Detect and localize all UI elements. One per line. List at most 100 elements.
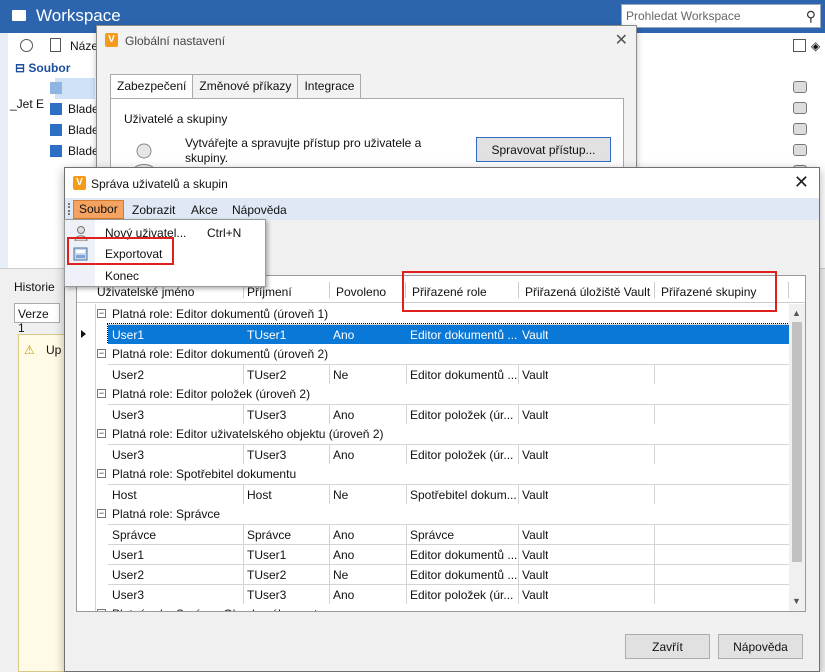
cell-separator <box>406 545 407 565</box>
list-item-label: Blade <box>68 102 99 116</box>
cell-separator <box>329 585 330 605</box>
manage-access-button[interactable]: Spravovat přístup... <box>476 137 611 162</box>
table-cell: User1 <box>112 548 145 562</box>
group-row[interactable]: − Platná role: Editor dokumentů (úroveň 2… <box>77 344 789 364</box>
table-cell: Ano <box>333 528 355 542</box>
list-item[interactable]: Blade <box>10 99 100 120</box>
list-item[interactable]: _Jet E <box>10 78 100 111</box>
collapse-icon[interactable]: − <box>97 469 106 478</box>
vault-logo-icon: V <box>105 33 118 47</box>
cell-separator <box>406 525 407 545</box>
table-row[interactable]: User3 TUser3 Ano Editor položek (úr... Vault <box>108 584 789 605</box>
scroll-down-icon[interactable]: ▼ <box>792 596 801 606</box>
table-cell: Vault <box>522 548 549 562</box>
table-cell: TUser3 <box>247 448 287 462</box>
table-cell: User2 <box>112 368 145 382</box>
dialog-title: Správa uživatelů a skupin <box>91 177 228 191</box>
security-panel: Uživatelé a skupiny Vytvářejte a spravuj… <box>110 98 624 178</box>
highlight-assigned-columns <box>402 271 777 312</box>
cell-separator <box>518 325 519 345</box>
list-item[interactable]: Blade <box>10 141 100 162</box>
tab-security[interactable]: Zabezpečení <box>110 74 194 98</box>
table-cell: Editor dokumentů ... <box>410 548 518 562</box>
checkbox[interactable] <box>793 39 806 52</box>
table-cell: Editor dokumentů ... <box>410 328 518 342</box>
collapse-icon[interactable]: − <box>97 349 106 358</box>
menu-help[interactable]: Nápověda <box>227 201 292 220</box>
menu-view[interactable]: Zobrazit <box>127 201 180 220</box>
table-cell: Vault <box>522 408 549 422</box>
cell-separator <box>518 565 519 585</box>
vertical-scrollbar[interactable]: ▲ ▼ <box>789 304 805 611</box>
collapse-icon[interactable]: − <box>97 309 106 318</box>
cell-separator <box>329 405 330 425</box>
group-label: Platná role: Správce Obsahového centra <box>112 607 328 611</box>
tab-integration[interactable]: Integrace <box>297 74 362 98</box>
column-separator <box>788 282 789 298</box>
select-all-radio[interactable] <box>20 39 33 52</box>
cell-separator <box>654 565 655 585</box>
help-button[interactable]: Nápověda <box>718 634 803 659</box>
table-row[interactable]: Host Host Ne Spotřebitel dokum... Vault <box>108 484 789 505</box>
group-row[interactable]: − Platná role: Editor uživatelského objek… <box>77 424 789 444</box>
tab-history[interactable]: Historie <box>14 280 55 294</box>
column-header-surname[interactable]: Příjmení <box>247 285 292 299</box>
close-icon[interactable]: ✕ <box>794 172 809 193</box>
table-cell: Ano <box>333 328 355 342</box>
collapse-icon[interactable]: − <box>97 429 106 438</box>
table-row[interactable]: User1 TUser1 Ano Editor dokumentů ... Vault <box>108 544 789 565</box>
cell-separator <box>654 445 655 465</box>
collapse-icon[interactable]: − <box>97 389 106 398</box>
highlight-export <box>67 237 174 265</box>
column-header-username[interactable]: Uživatelské jméno <box>97 285 194 299</box>
table-row[interactable]: User3 TUser3 Ano Editor položek (úr... Vault <box>108 404 789 425</box>
table-cell: Editor dokumentů ... <box>410 368 518 382</box>
cell-separator <box>329 365 330 385</box>
scroll-thumb[interactable] <box>792 322 802 562</box>
collapse-icon[interactable]: − <box>97 509 106 518</box>
table-cell: Ne <box>333 488 349 502</box>
close-icon[interactable]: ✕ <box>615 30 628 50</box>
table-cell: Editor položek (úr... <box>410 448 514 462</box>
collapse-icon[interactable]: − <box>97 609 106 611</box>
tab-change-orders[interactable]: Změnové příkazy <box>192 74 299 98</box>
table-row[interactable]: User3 TUser3 Ano Editor položek (úr... Vault <box>108 444 789 465</box>
table-cell: Editor dokumentů ... <box>410 568 518 582</box>
tree-root[interactable]: ⊟ Soubor <box>15 61 70 75</box>
menu-item-exit[interactable]: Konec <box>65 265 265 287</box>
cell-separator <box>406 405 407 425</box>
table-cell: Host <box>247 488 272 502</box>
cell-separator <box>329 525 330 545</box>
cell-separator <box>406 325 407 345</box>
cell-separator <box>518 445 519 465</box>
search-icon[interactable]: ⚲ <box>806 8 816 25</box>
column-name-header[interactable]: Náze <box>70 39 98 53</box>
menu-actions[interactable]: Akce <box>186 201 223 220</box>
column-header-enabled[interactable]: Povoleno <box>336 285 386 299</box>
version-select[interactable]: Verze 1 <box>14 303 60 335</box>
table-cell: Vault <box>522 368 549 382</box>
scroll-up-icon[interactable]: ▲ <box>792 308 801 318</box>
table-cell: Vault <box>522 328 549 342</box>
close-button[interactable]: Zavřít <box>625 634 710 659</box>
cell-separator <box>243 525 244 545</box>
table-row[interactable]: Správce Správce Ano Správce Vault <box>108 524 789 545</box>
part-icon <box>50 124 62 136</box>
table-row[interactable]: User2 TUser2 Ne Editor dokumentů ... Vault <box>108 364 789 385</box>
group-row[interactable]: − Platná role: Správce <box>77 504 789 524</box>
group-row[interactable]: − Platná role: Správce Obsahového centra <box>77 604 789 611</box>
group-row[interactable]: − Platná role: Editor položek (úroveň 2) <box>77 384 789 404</box>
list-item[interactable]: Blade <box>10 120 100 141</box>
cell-separator <box>243 405 244 425</box>
table-row[interactable]: User1 TUser1 Ano Editor dokumentů ... Vault <box>107 323 790 345</box>
cell-separator <box>518 545 519 565</box>
warning-text: Up <box>46 343 62 357</box>
table-row[interactable]: User2 TUser2 Ne Editor dokumentů ... Vault <box>108 564 789 585</box>
menu-file[interactable]: Soubor <box>73 200 124 219</box>
group-label: Platná role: Spotřebitel dokumentu <box>112 467 297 481</box>
group-row[interactable]: − Platná role: Spotřebitel dokumentu <box>77 464 789 484</box>
current-row-icon <box>81 330 86 338</box>
search-input[interactable]: Prohledat Workspace ⚲ <box>621 4 821 28</box>
cell-separator <box>654 585 655 605</box>
status-indicator <box>793 102 807 114</box>
